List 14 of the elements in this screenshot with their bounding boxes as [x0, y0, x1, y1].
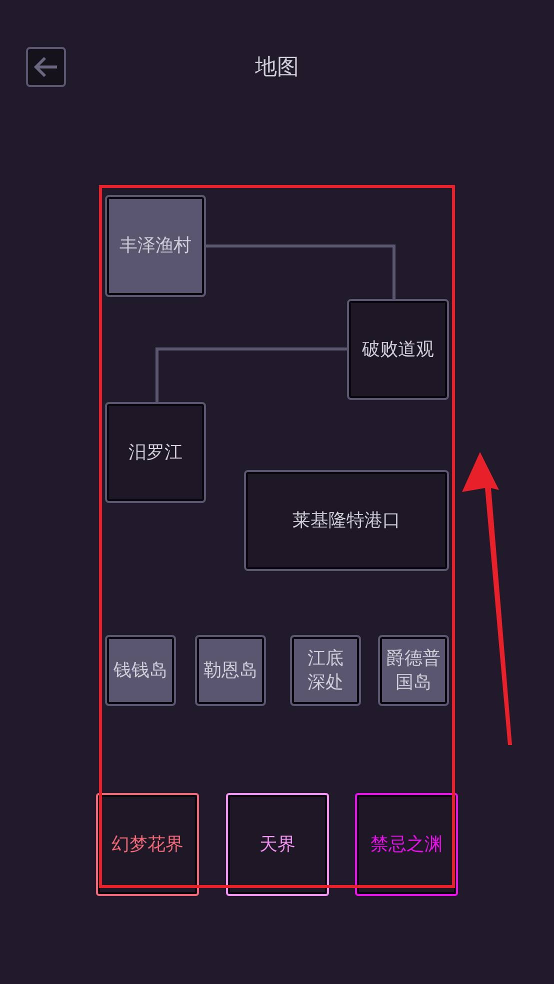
back-arrow-icon — [33, 55, 59, 79]
page-title: 地图 — [255, 54, 299, 82]
back-button[interactable] — [26, 47, 66, 87]
map-location[interactable]: 丰泽渔村 — [105, 195, 206, 297]
map-location[interactable]: 爵德普国岛 — [378, 635, 449, 706]
map-location[interactable]: 江底深处 — [290, 635, 361, 706]
portal-location[interactable]: 幻梦花界 — [96, 793, 199, 896]
portal-location[interactable]: 禁忌之渊 — [355, 793, 458, 896]
map-location[interactable]: 破败道观 — [347, 299, 449, 400]
map-location[interactable]: 钱钱岛 — [105, 635, 176, 706]
map-location[interactable]: 勒恩岛 — [195, 635, 266, 706]
map-location[interactable]: 汨罗江 — [105, 402, 206, 503]
portal-location[interactable]: 天界 — [226, 793, 329, 896]
map-location[interactable]: 莱基隆特港口 — [244, 470, 449, 571]
